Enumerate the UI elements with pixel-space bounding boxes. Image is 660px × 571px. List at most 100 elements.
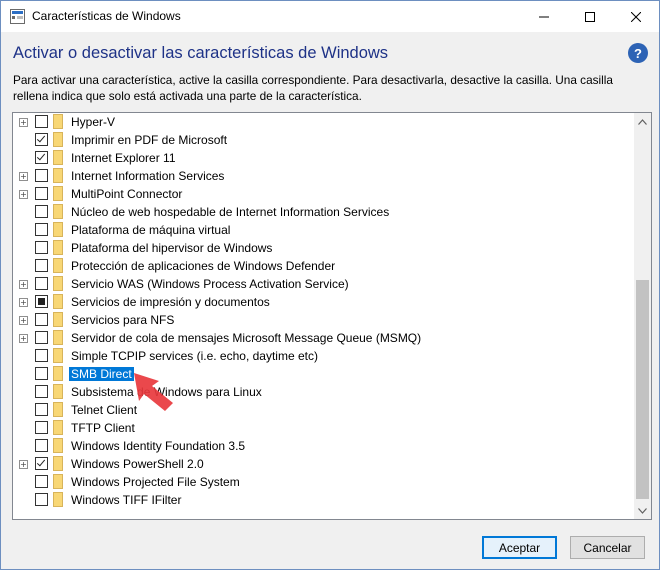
folder-icon — [53, 330, 63, 345]
scroll-down-button[interactable] — [634, 502, 651, 519]
feature-row[interactable]: Windows Projected File System — [13, 473, 633, 491]
feature-label[interactable]: Imprimir en PDF de Microsoft — [69, 133, 229, 147]
feature-label[interactable]: TFTP Client — [69, 421, 137, 435]
feature-checkbox[interactable] — [35, 295, 48, 308]
feature-row[interactable]: Windows Identity Foundation 3.5 — [13, 437, 633, 455]
expand-icon[interactable]: + — [19, 172, 28, 181]
folder-icon — [53, 294, 63, 309]
feature-row[interactable]: Protección de aplicaciones de Windows De… — [13, 257, 633, 275]
vertical-scrollbar[interactable] — [634, 113, 651, 519]
chevron-down-icon — [638, 507, 647, 514]
expand-icon[interactable]: + — [19, 118, 28, 127]
page-heading: Activar o desactivar las características… — [13, 44, 389, 62]
expand-icon[interactable]: + — [19, 316, 28, 325]
feature-row[interactable]: Imprimir en PDF de Microsoft — [13, 131, 633, 149]
expand-icon[interactable]: + — [19, 190, 28, 199]
feature-checkbox[interactable] — [35, 349, 48, 362]
feature-label[interactable]: Protección de aplicaciones de Windows De… — [69, 259, 337, 273]
cancel-button[interactable]: Cancelar — [570, 536, 645, 559]
feature-label[interactable]: Plataforma del hipervisor de Windows — [69, 241, 274, 255]
folder-icon — [53, 168, 63, 183]
feature-label[interactable]: Internet Explorer 11 — [69, 151, 178, 165]
close-button[interactable] — [613, 1, 659, 32]
feature-row[interactable]: Subsistema de Windows para Linux — [13, 383, 633, 401]
feature-label[interactable]: Servidor de cola de mensajes Microsoft M… — [69, 331, 423, 345]
feature-row[interactable]: + Windows PowerShell 2.0 — [13, 455, 633, 473]
feature-checkbox[interactable] — [35, 241, 48, 254]
feature-label[interactable]: Subsistema de Windows para Linux — [69, 385, 264, 399]
feature-checkbox[interactable] — [35, 115, 48, 128]
feature-checkbox[interactable] — [35, 205, 48, 218]
chevron-up-icon — [638, 118, 647, 125]
feature-label[interactable]: Servicio WAS (Windows Process Activation… — [69, 277, 351, 291]
feature-row[interactable]: + Servicio WAS (Windows Process Activatio… — [13, 275, 633, 293]
feature-label[interactable]: Windows TIFF IFilter — [69, 493, 183, 507]
feature-label[interactable]: Núcleo de web hospedable de Internet Inf… — [69, 205, 391, 219]
feature-row[interactable]: + Servidor de cola de mensajes Microsoft … — [13, 329, 633, 347]
feature-checkbox[interactable] — [35, 421, 48, 434]
expand-icon[interactable]: + — [19, 280, 28, 289]
maximize-button[interactable] — [567, 1, 613, 32]
scroll-thumb[interactable] — [636, 280, 649, 499]
feature-row[interactable]: Núcleo de web hospedable de Internet Inf… — [13, 203, 633, 221]
expand-icon[interactable]: + — [19, 298, 28, 307]
feature-row[interactable]: + Servicios de impresión y documentos — [13, 293, 633, 311]
scroll-up-button[interactable] — [634, 113, 651, 130]
folder-icon — [53, 456, 63, 471]
features-tree[interactable]: + Hyper-V Imprimir en PDF de Microsoft Inte… — [12, 112, 652, 520]
feature-checkbox[interactable] — [35, 169, 48, 182]
feature-checkbox[interactable] — [35, 151, 48, 164]
folder-icon — [53, 420, 63, 435]
feature-row[interactable]: Internet Explorer 11 — [13, 149, 633, 167]
feature-checkbox[interactable] — [35, 223, 48, 236]
feature-checkbox[interactable] — [35, 493, 48, 506]
feature-checkbox[interactable] — [35, 475, 48, 488]
feature-row[interactable]: + MultiPoint Connector — [13, 185, 633, 203]
feature-checkbox[interactable] — [35, 313, 48, 326]
expand-icon[interactable]: + — [19, 460, 28, 469]
feature-checkbox[interactable] — [35, 259, 48, 272]
feature-row[interactable]: + Servicios para NFS — [13, 311, 633, 329]
feature-checkbox[interactable] — [35, 457, 48, 470]
feature-label[interactable]: Servicios para NFS — [69, 313, 176, 327]
minimize-button[interactable] — [521, 1, 567, 32]
folder-icon — [53, 258, 63, 273]
feature-checkbox[interactable] — [35, 187, 48, 200]
feature-checkbox[interactable] — [35, 439, 48, 452]
feature-checkbox[interactable] — [35, 133, 48, 146]
folder-icon — [53, 366, 63, 381]
feature-label[interactable]: Windows PowerShell 2.0 — [69, 457, 206, 471]
feature-label[interactable]: Windows Identity Foundation 3.5 — [69, 439, 247, 453]
feature-label[interactable]: MultiPoint Connector — [69, 187, 184, 201]
feature-row[interactable]: Plataforma de máquina virtual — [13, 221, 633, 239]
feature-label[interactable]: Simple TCPIP services (i.e. echo, daytim… — [69, 349, 320, 363]
feature-row[interactable]: Telnet Client — [13, 401, 633, 419]
folder-icon — [53, 132, 63, 147]
feature-row[interactable]: + Internet Information Services — [13, 167, 633, 185]
feature-row[interactable]: SMB Direct — [13, 365, 633, 383]
folder-icon — [53, 150, 63, 165]
feature-label[interactable]: Plataforma de máquina virtual — [69, 223, 232, 237]
feature-checkbox[interactable] — [35, 331, 48, 344]
title-bar[interactable]: Características de Windows — [1, 1, 659, 32]
feature-row[interactable]: TFTP Client — [13, 419, 633, 437]
feature-checkbox[interactable] — [35, 367, 48, 380]
feature-label[interactable]: Hyper-V — [69, 115, 117, 129]
feature-checkbox[interactable] — [35, 385, 48, 398]
folder-icon — [53, 384, 63, 399]
feature-checkbox[interactable] — [35, 403, 48, 416]
feature-row[interactable]: Windows TIFF IFilter — [13, 491, 633, 509]
feature-row[interactable]: + Hyper-V — [13, 113, 633, 131]
feature-label[interactable]: Telnet Client — [69, 403, 139, 417]
expand-icon[interactable]: + — [19, 334, 28, 343]
feature-label[interactable]: Servicios de impresión y documentos — [69, 295, 272, 309]
feature-row[interactable]: Simple TCPIP services (i.e. echo, daytim… — [13, 347, 633, 365]
accept-button[interactable]: Aceptar — [482, 536, 557, 559]
features-window: Características de Windows Activar o des… — [0, 0, 660, 570]
feature-row[interactable]: Plataforma del hipervisor de Windows — [13, 239, 633, 257]
feature-label[interactable]: Windows Projected File System — [69, 475, 242, 489]
help-icon[interactable]: ? — [628, 43, 648, 63]
feature-label[interactable]: SMB Direct — [69, 367, 134, 381]
feature-label[interactable]: Internet Information Services — [69, 169, 226, 183]
feature-checkbox[interactable] — [35, 277, 48, 290]
